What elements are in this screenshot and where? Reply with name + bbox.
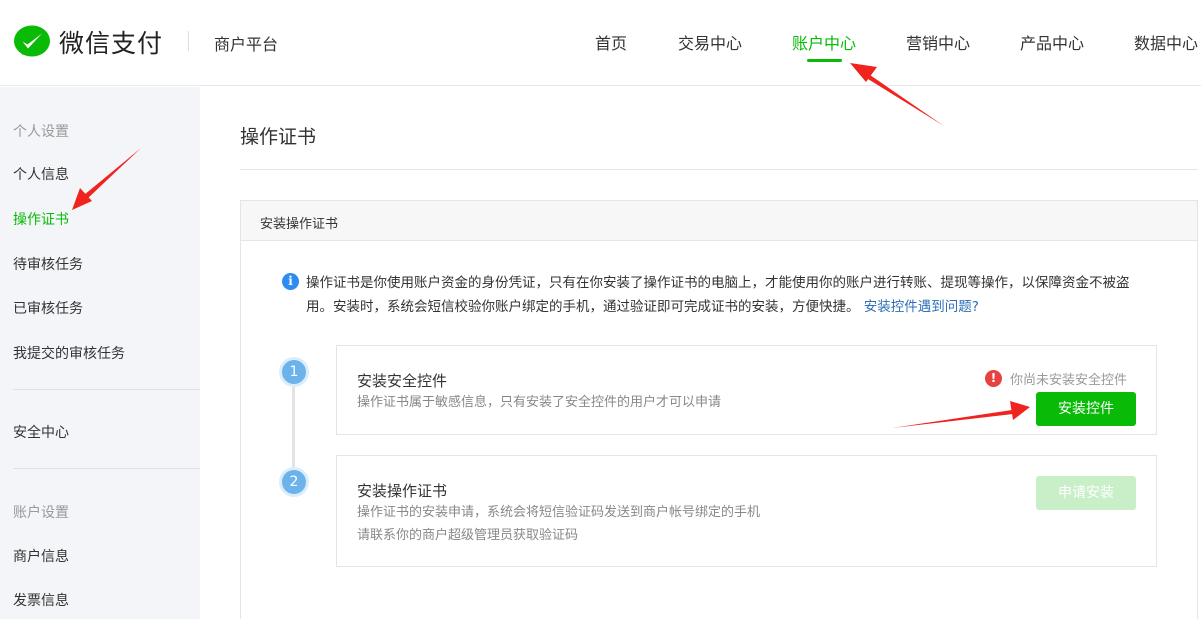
step-connector bbox=[292, 384, 295, 470]
top-header: 微信支付 商户平台 首页 交易中心 账户中心 营销中心 产品中心 数据中心 bbox=[0, 0, 1201, 86]
info-icon: i bbox=[282, 273, 299, 290]
wechat-pay-logo-icon bbox=[14, 25, 50, 57]
install-help-link[interactable]: 安装控件遇到问题? bbox=[864, 299, 979, 315]
sidebar-item-merchant-info[interactable]: 商户信息 bbox=[13, 546, 69, 566]
sidebar-item-my-submitted[interactable]: 我提交的审核任务 bbox=[13, 343, 125, 363]
step-2-description-line-2: 请联系你的商户超级管理员获取验证码 bbox=[357, 528, 579, 543]
step-1-description: 操作证书属于敏感信息，只有安装了安全控件的用户才可以申请 bbox=[357, 395, 722, 410]
sidebar-item-invoice-info[interactable]: 发票信息 bbox=[13, 590, 69, 610]
step-2-title: 安装操作证书 bbox=[357, 482, 448, 500]
nav-active-indicator bbox=[807, 59, 842, 62]
nav-marketing[interactable]: 营销中心 bbox=[906, 30, 970, 54]
sidebar-item-security-center[interactable]: 安全中心 bbox=[13, 422, 69, 442]
brand-logo[interactable]: 微信支付 bbox=[13, 24, 163, 60]
step-2-box: 安装操作证书 操作证书的安装申请，系统会将短信验证码发送到商户帐号绑定的手机 请… bbox=[336, 455, 1157, 567]
install-control-button[interactable]: 安装控件 bbox=[1036, 392, 1136, 426]
nav-transactions[interactable]: 交易中心 bbox=[678, 30, 742, 54]
sidebar-group-personal: 个人设置 bbox=[13, 124, 69, 140]
step-1-number: 1 bbox=[282, 360, 306, 384]
card-title: 安装操作证书 bbox=[260, 217, 339, 232]
nav-account[interactable]: 账户中心 bbox=[792, 30, 856, 54]
sidebar: 个人设置 个人信息 操作证书 待审核任务 已审核任务 我提交的审核任务 安全中心… bbox=[0, 87, 200, 619]
control-status-text: 你尚未安装安全控件 bbox=[1010, 373, 1128, 388]
page-title: 操作证书 bbox=[240, 126, 317, 148]
sidebar-item-personal-info[interactable]: 个人信息 bbox=[13, 164, 69, 184]
sidebar-group-account: 账户设置 bbox=[13, 505, 69, 521]
sidebar-divider bbox=[13, 389, 200, 390]
brand-divider bbox=[188, 31, 189, 51]
sidebar-divider bbox=[13, 468, 200, 469]
step-1-title: 安装安全控件 bbox=[357, 372, 448, 390]
sidebar-item-operation-certificate[interactable]: 操作证书 bbox=[13, 209, 69, 229]
step-2-description-line-1: 操作证书的安装申请，系统会将短信验证码发送到商户帐号绑定的手机 bbox=[357, 505, 761, 520]
nav-home[interactable]: 首页 bbox=[595, 30, 627, 54]
sidebar-item-reviewed[interactable]: 已审核任务 bbox=[13, 298, 83, 318]
info-text: 操作证书是你使用账户资金的身份凭证，只有在你安装了操作证书的电脑上，才能使用你的… bbox=[306, 275, 1130, 315]
title-divider bbox=[240, 169, 1198, 170]
warning-icon: ! bbox=[985, 370, 1002, 387]
info-description: 操作证书是你使用账户资金的身份凭证，只有在你安装了操作证书的电脑上，才能使用你的… bbox=[306, 271, 1156, 319]
apply-install-button[interactable]: 申请安装 bbox=[1036, 476, 1136, 510]
nav-data[interactable]: 数据中心 bbox=[1134, 30, 1198, 54]
step-1-box: 安装安全控件 操作证书属于敏感信息，只有安装了安全控件的用户才可以申请 bbox=[336, 345, 1157, 435]
brand-name: 微信支付 bbox=[59, 29, 164, 58]
step-2-number: 2 bbox=[282, 470, 306, 494]
platform-name: 商户平台 bbox=[214, 35, 279, 54]
control-status: ! 你尚未安装安全控件 bbox=[985, 369, 1127, 388]
card-header: 安装操作证书 bbox=[241, 201, 1197, 241]
sidebar-item-pending-review[interactable]: 待审核任务 bbox=[13, 254, 83, 274]
nav-products[interactable]: 产品中心 bbox=[1020, 30, 1084, 54]
